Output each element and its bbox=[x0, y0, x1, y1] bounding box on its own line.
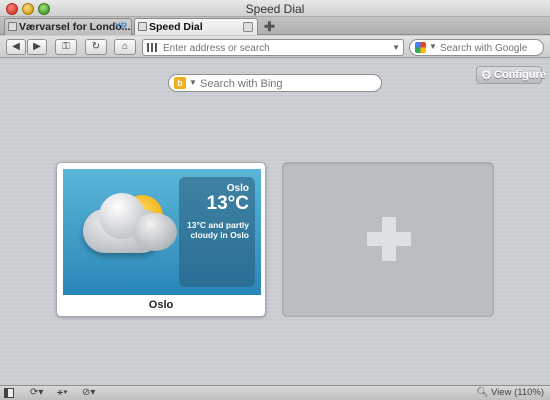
status-bar: ⟳▾ ⚹▾ ⊘▾ 🔍︎ View (110%) bbox=[0, 385, 550, 400]
new-tab-plus-icon[interactable]: ✚ bbox=[264, 19, 275, 35]
zoom-level[interactable]: 🔍︎ View (110%) bbox=[476, 387, 544, 398]
speed-dial-grid-icon bbox=[147, 43, 157, 52]
block-content-icon[interactable]: ⊘▾ bbox=[82, 387, 95, 398]
zoom-text: View (110%) bbox=[491, 387, 544, 398]
home-icon[interactable]: ⌂ bbox=[114, 39, 136, 55]
close-tab-icon[interactable] bbox=[243, 22, 253, 32]
chevron-down-icon[interactable]: ▼ bbox=[189, 78, 197, 87]
speed-dial-oslo[interactable]: Oslo 13°C 13°C and partly cloudy in Oslo… bbox=[56, 162, 266, 317]
bing-search-input[interactable] bbox=[200, 77, 370, 90]
chevron-down-icon[interactable]: ▼ bbox=[429, 42, 437, 51]
weather-temperature: 13°C bbox=[206, 193, 249, 214]
configure-label: Configure bbox=[494, 69, 546, 81]
chevron-down-icon[interactable]: ▼ bbox=[392, 43, 400, 52]
bing-logo-icon: b bbox=[174, 77, 186, 89]
tab-speed-dial[interactable]: Speed Dial bbox=[134, 18, 258, 35]
reload-icon[interactable]: ↻ bbox=[85, 39, 107, 55]
page-icon bbox=[138, 22, 147, 31]
address-input[interactable] bbox=[163, 42, 393, 54]
dial-title: Oslo bbox=[148, 299, 174, 311]
configure-button[interactable]: ⚙ Configure bbox=[476, 66, 546, 84]
plus-icon bbox=[382, 217, 396, 261]
back-arrow-icon[interactable]: ◀ bbox=[6, 39, 26, 55]
panel-toggle-icon[interactable] bbox=[4, 388, 14, 398]
weather-panel: Oslo 13°C 13°C and partly cloudy in Oslo bbox=[179, 177, 255, 287]
google-search-box[interactable]: ▼ bbox=[409, 39, 544, 56]
gear-icon: ⚙ bbox=[481, 68, 492, 82]
yr-badge-icon: YR bbox=[114, 21, 127, 31]
title-bar: Speed Dial bbox=[0, 0, 550, 17]
weather-thumbnail: Oslo 13°C 13°C and partly cloudy in Oslo bbox=[63, 169, 261, 295]
address-bar[interactable]: ▼ bbox=[142, 39, 404, 56]
speed-dial-page: b ▼ ⚙ Configure Oslo 13°C 13°C and partl… bbox=[0, 59, 550, 385]
toolbar: ◀ ▶ ⚿ ↻ ⌂ ▼ ▼ bbox=[0, 36, 550, 58]
forward-arrow-icon[interactable]: ▶ bbox=[27, 39, 47, 55]
cloud-icon bbox=[133, 213, 177, 251]
sync-icon[interactable]: ⟳▾ bbox=[30, 387, 43, 398]
key-icon[interactable]: ⚿ bbox=[55, 39, 77, 55]
bing-search-box[interactable]: b ▼ bbox=[168, 74, 382, 92]
tab-bar: Værvarsel for Londo... YR Speed Dial ✚ bbox=[0, 17, 550, 35]
unite-icon[interactable]: ⚹▾ bbox=[57, 387, 68, 398]
add-speed-dial[interactable] bbox=[282, 162, 494, 317]
page-icon bbox=[8, 22, 17, 31]
tab-label: Speed Dial bbox=[149, 21, 203, 33]
google-logo-icon bbox=[415, 42, 426, 53]
weather-description: 13°C and partly cloudy in Oslo bbox=[187, 220, 249, 240]
window-title: Speed Dial bbox=[245, 2, 305, 16]
tab-weather[interactable]: Værvarsel for Londo... YR bbox=[4, 18, 132, 35]
search-input[interactable] bbox=[440, 42, 540, 54]
